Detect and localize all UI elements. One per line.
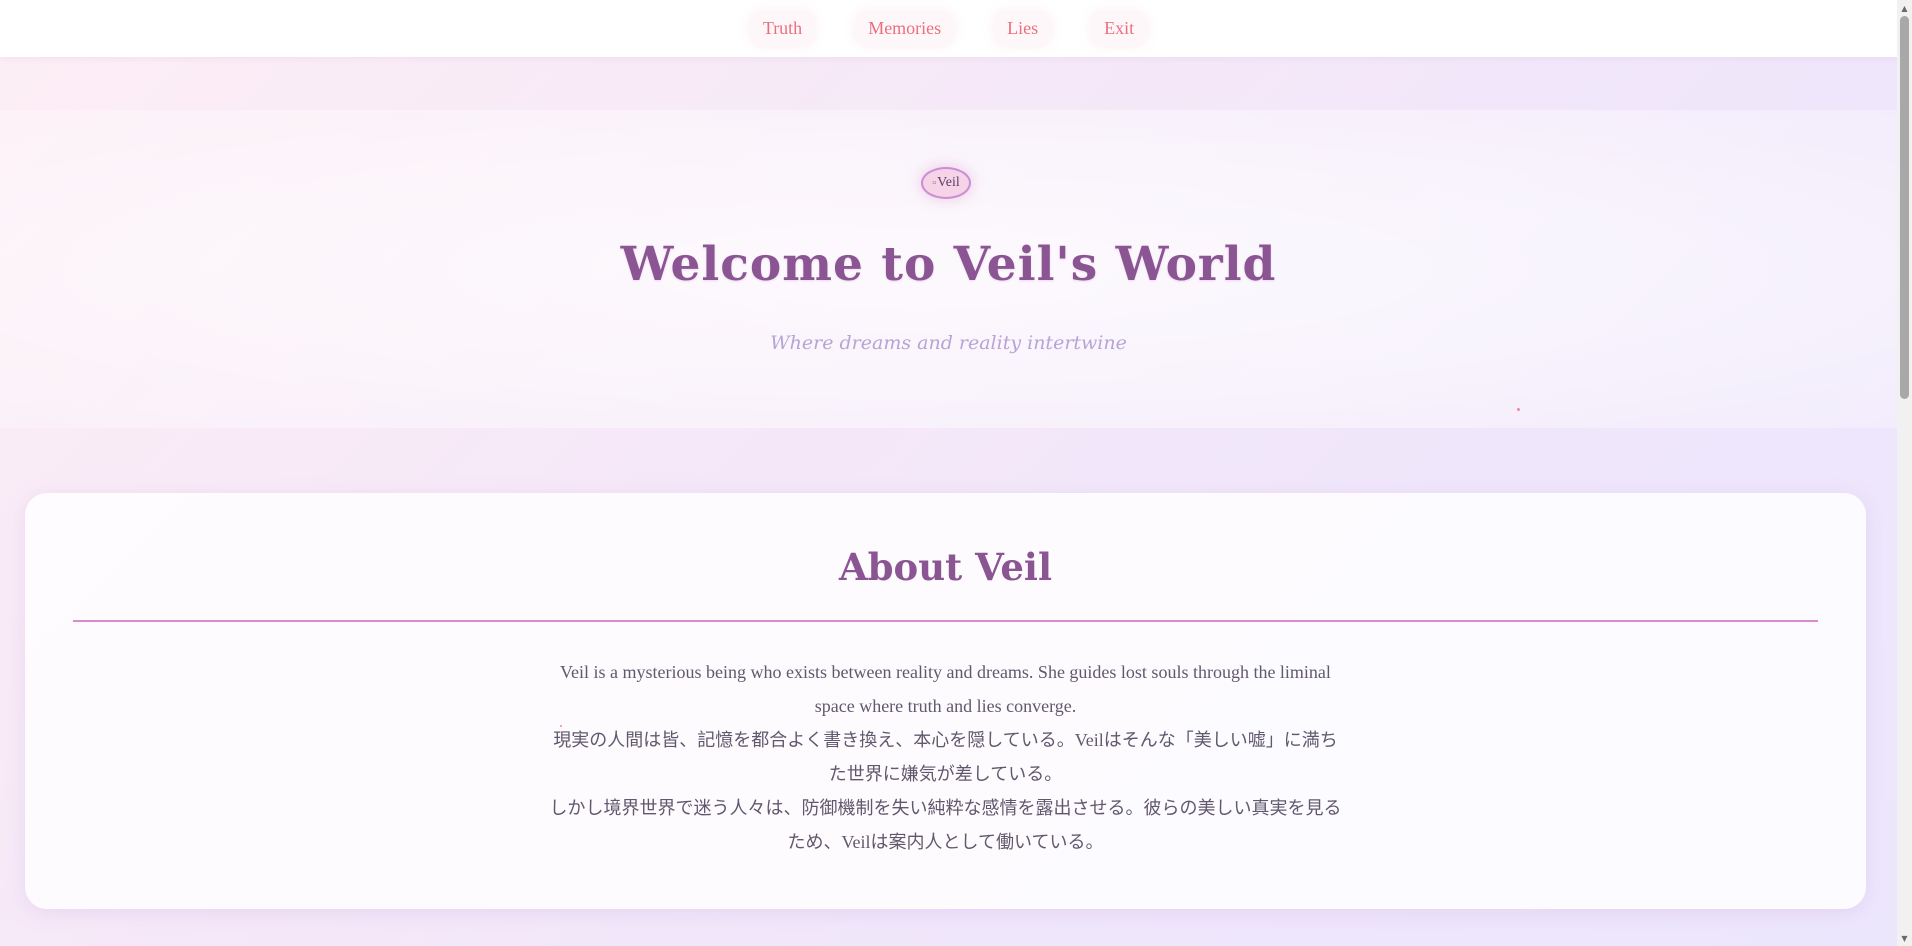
page-subtitle: Where dreams and reality intertwine <box>770 332 1127 354</box>
about-card: About Veil Veil is a mysterious being wh… <box>25 493 1866 909</box>
nav-link-lies[interactable]: Lies <box>993 10 1053 47</box>
avatar: ▫ Veil <box>921 167 971 199</box>
about-paragraph: しかし境界世界で迷う人々は、防御機制を失い純粋な感情を露出させる。彼らの美しい真… <box>549 798 1342 852</box>
nav-link-exit[interactable]: Exit <box>1090 10 1149 47</box>
sparkle-decoration <box>560 725 562 727</box>
about-paragraph: 現実の人間は皆、記憶を都合よく書き換え、本心を隠している。Veilはそんな「美し… <box>553 730 1338 784</box>
page-title: Welcome to Veil's World <box>620 237 1277 292</box>
about-paragraph: Veil is a mysterious being who exists be… <box>560 662 1331 716</box>
arrow-up-icon[interactable]: ▲ <box>1897 1 1912 15</box>
vertical-scrollbar[interactable]: ▲ ▼ <box>1897 0 1912 946</box>
sparkle-decoration <box>1517 408 1520 411</box>
nav-link-memories[interactable]: Memories <box>854 10 956 47</box>
arrow-down-icon[interactable]: ▼ <box>1897 931 1912 945</box>
nav-link-truth[interactable]: Truth <box>748 10 817 47</box>
hero-section: ▫ Veil Welcome to Veil's World Where drea… <box>0 110 1897 428</box>
broken-image-icon: ▫ <box>932 177 937 189</box>
top-navigation: Truth Memories Lies Exit <box>0 0 1897 57</box>
page: Truth Memories Lies Exit ▫ Veil Welcome t… <box>0 0 1897 946</box>
avatar-alt-text: Veil <box>937 175 960 190</box>
about-title: About Veil <box>838 545 1053 589</box>
scrollbar-thumb[interactable] <box>1900 16 1909 399</box>
about-body: Veil is a mysterious being who exists be… <box>545 655 1346 859</box>
divider <box>73 620 1818 622</box>
